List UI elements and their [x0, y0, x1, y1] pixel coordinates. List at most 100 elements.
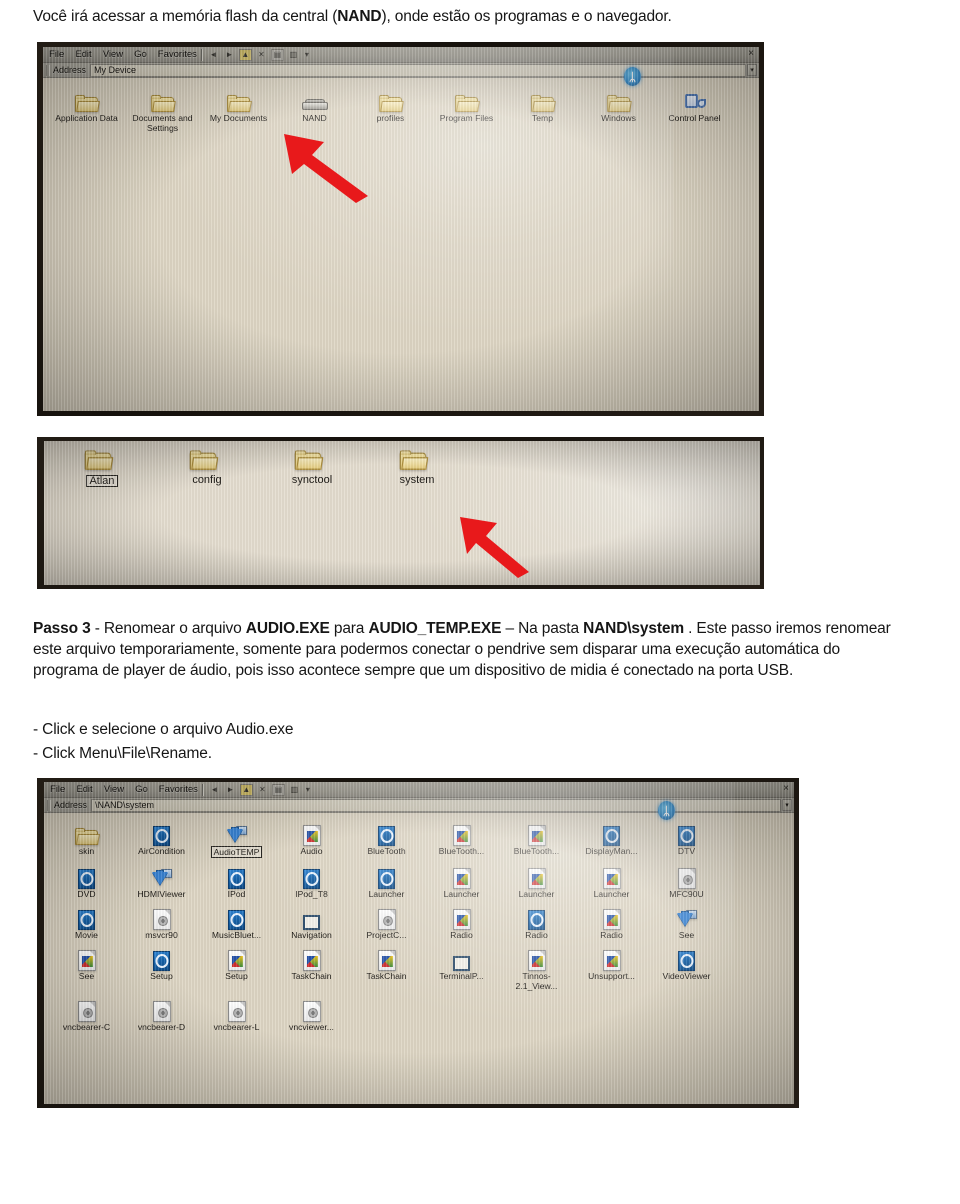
folder-icon [74, 828, 100, 846]
list-item[interactable]: Atlan [72, 449, 132, 487]
properties-icon[interactable]: ▤ [270, 48, 284, 61]
list-item[interactable]: Radio [500, 904, 573, 940]
menu-item-favorites[interactable]: Favorites [159, 784, 198, 796]
list-item[interactable]: Documents and Settings [127, 87, 198, 133]
list-item[interactable]: Program Files [431, 87, 502, 133]
list-item[interactable]: Windows [583, 87, 654, 133]
view-dropdown-icon[interactable]: ▾ [304, 784, 312, 796]
address-dropdown-icon[interactable]: ▾ [782, 799, 792, 811]
list-item[interactable]: My Documents [203, 87, 274, 133]
list-item[interactable]: HDMIViewer [125, 863, 198, 899]
forward-icon[interactable]: ► [223, 49, 236, 61]
list-item[interactable]: Movie [50, 904, 123, 940]
icon-wrap [676, 904, 697, 930]
item-label: msvcr90 [145, 930, 178, 940]
menu-item-file[interactable]: File [50, 784, 65, 796]
list-item[interactable]: TaskChain [350, 945, 423, 991]
list-item[interactable]: vncviewer... [275, 996, 348, 1032]
forward-icon[interactable]: ► [224, 784, 237, 796]
app-icon [78, 869, 95, 889]
list-item[interactable]: Launcher [575, 863, 648, 899]
address-label: Address [54, 800, 88, 810]
close-icon[interactable]: × [748, 49, 754, 59]
list-item[interactable]: Launcher [350, 863, 423, 899]
back-icon[interactable]: ◄ [208, 784, 221, 796]
list-item[interactable]: vncbearer-D [125, 996, 198, 1032]
list-item[interactable]: Radio [575, 904, 648, 940]
list-item-system[interactable]: system [387, 449, 447, 487]
address-grip[interactable] [46, 64, 50, 76]
list-item[interactable]: Navigation [275, 904, 348, 940]
list-item[interactable]: BlueTooth... [500, 820, 573, 858]
list-item[interactable]: TaskChain [275, 945, 348, 991]
list-item[interactable]: Temp [507, 87, 578, 133]
list-item[interactable]: Audio [275, 820, 348, 858]
bullet-select-file: - Click e selecione o arquivo Audio.exe [33, 721, 294, 738]
delete-icon[interactable]: ✕ [256, 784, 269, 796]
address-dropdown-icon[interactable]: ▾ [747, 64, 757, 76]
menu-item-go[interactable]: Go [134, 49, 147, 61]
list-item[interactable]: BlueTooth... [425, 820, 498, 858]
list-item[interactable]: Launcher [500, 863, 573, 899]
up-folder-icon[interactable]: ▲ [239, 783, 253, 796]
list-item[interactable]: profiles [355, 87, 426, 133]
address-input[interactable]: \NAND\system [91, 798, 781, 812]
item-label: HDMIViewer [137, 889, 186, 899]
exe-doc-icon [527, 950, 546, 971]
list-item[interactable]: DTV [650, 820, 723, 858]
list-item[interactable]: config [177, 449, 237, 487]
list-item[interactable]: vncbearer-L [200, 996, 273, 1032]
item-label: My Documents [209, 113, 268, 123]
list-item[interactable]: MFC90U [650, 863, 723, 899]
list-item[interactable]: Launcher [425, 863, 498, 899]
address-grip[interactable] [47, 799, 51, 811]
menu-item-view[interactable]: View [103, 49, 123, 61]
menu-item-edit[interactable]: Edit [76, 784, 92, 796]
list-item[interactable]: synctool [282, 449, 342, 487]
list-item[interactable]: IPod [200, 863, 273, 899]
back-icon[interactable]: ◄ [207, 49, 220, 61]
list-item[interactable]: Setup [200, 945, 273, 991]
list-item[interactable]: Tinnos-2.1_View... [500, 945, 573, 991]
list-item[interactable]: msvcr90 [125, 904, 198, 940]
list-item[interactable]: Control Panel [659, 87, 730, 133]
properties-icon[interactable]: ▤ [271, 783, 285, 796]
list-item[interactable]: AirCondition [125, 820, 198, 858]
list-item[interactable]: MusicBluet... [200, 904, 273, 940]
list-item[interactable]: See [50, 945, 123, 991]
icon-wrap [227, 996, 246, 1022]
dll-doc-icon [77, 1001, 96, 1022]
address-input[interactable]: My Device [90, 63, 746, 77]
bluetooth-icon[interactable]: ᛦ [624, 67, 641, 86]
view-dropdown-icon[interactable]: ▾ [303, 49, 311, 61]
view-list-icon[interactable]: ▥ [287, 49, 300, 61]
close-icon[interactable]: × [783, 784, 789, 794]
list-item[interactable]: BlueTooth [350, 820, 423, 858]
list-item[interactable]: Radio [425, 904, 498, 940]
list-item-selected[interactable]: AudioTEMP [200, 820, 273, 858]
list-item[interactable]: Setup [125, 945, 198, 991]
delete-icon[interactable]: ✕ [255, 49, 268, 61]
item-label: Documents and Settings [132, 113, 193, 133]
menu-item-view[interactable]: View [104, 784, 124, 796]
bluetooth-icon[interactable]: ᛦ [658, 801, 675, 820]
list-item[interactable]: DisplayMan... [575, 820, 648, 858]
menu-item-go[interactable]: Go [135, 784, 148, 796]
list-item[interactable]: Application Data [51, 87, 122, 133]
menu-item-favorites[interactable]: Favorites [158, 49, 197, 61]
list-item[interactable]: VideoViewer [650, 945, 723, 991]
list-item[interactable]: vncbearer-C [50, 996, 123, 1032]
view-list-icon[interactable]: ▥ [288, 784, 301, 796]
list-item[interactable]: ProjectC... [350, 904, 423, 940]
list-item[interactable]: See [650, 904, 723, 940]
list-item[interactable]: IPod_T8 [275, 863, 348, 899]
menu-item-edit[interactable]: Edit [75, 49, 91, 61]
list-item-nand[interactable]: NAND [279, 87, 350, 133]
list-item[interactable]: TerminalP... [425, 945, 498, 991]
up-folder-icon[interactable]: ▲ [238, 48, 252, 61]
list-item[interactable]: Unsupport... [575, 945, 648, 991]
list-item[interactable]: skin [50, 820, 123, 858]
menu-item-file[interactable]: File [49, 49, 64, 61]
intro-prefix: Você irá acessar a memória flash da cent… [33, 8, 338, 25]
list-item[interactable]: DVD [50, 863, 123, 899]
